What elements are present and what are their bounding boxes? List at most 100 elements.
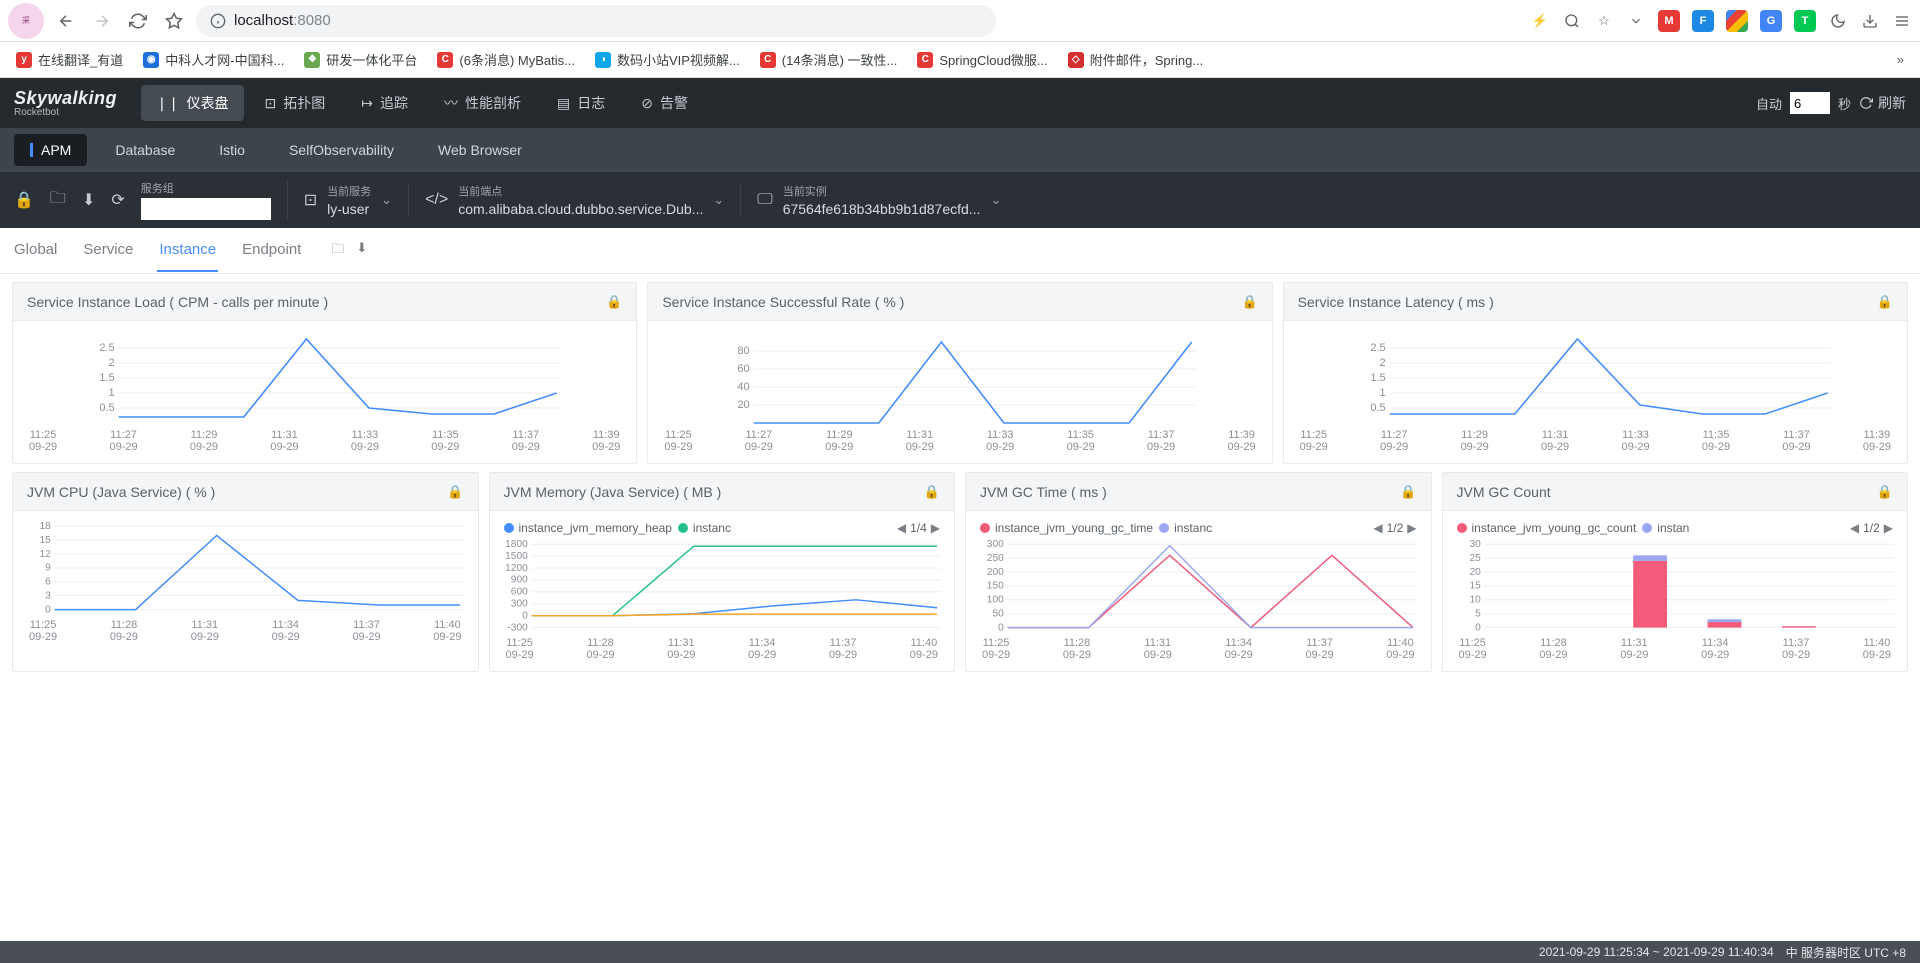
reload-icon[interactable] bbox=[124, 7, 152, 35]
ext-translate-icon[interactable]: G bbox=[1760, 10, 1782, 32]
subnav-database[interactable]: Database bbox=[99, 134, 191, 166]
svg-text:2.5: 2.5 bbox=[99, 342, 114, 354]
lock-icon[interactable]: 🔒 bbox=[1241, 294, 1257, 310]
pager-next-icon[interactable]: ▶ bbox=[931, 521, 940, 535]
nav-日志[interactable]: ▤日志 bbox=[542, 85, 620, 121]
svg-text:0.5: 0.5 bbox=[99, 402, 114, 414]
svg-text:0: 0 bbox=[1475, 622, 1481, 633]
more-bookmarks-icon[interactable]: » bbox=[1889, 48, 1912, 71]
legend-pager: ◀1/2▶ bbox=[1850, 521, 1893, 535]
time-range: 2021-09-29 11:25:34 ~ 2021-09-29 11:40:3… bbox=[1539, 945, 1774, 959]
chevron-down-icon[interactable]: ⌄ bbox=[990, 192, 1001, 208]
lock-icon[interactable]: 🔒 bbox=[14, 190, 34, 210]
subnav-apm[interactable]: APM bbox=[14, 134, 87, 166]
nav-仪表盘[interactable]: ❘❘仪表盘 bbox=[141, 85, 243, 121]
bookmark-item[interactable]: ❖研发一体化平台 bbox=[296, 46, 425, 73]
tab-instance[interactable]: Instance bbox=[157, 229, 218, 272]
sync-icon[interactable]: ⟳ bbox=[111, 190, 124, 210]
folder-icon[interactable]: 🗀 bbox=[331, 240, 344, 262]
svg-text:1.5: 1.5 bbox=[99, 372, 114, 384]
back-icon[interactable] bbox=[52, 7, 80, 35]
zoom-icon[interactable] bbox=[1562, 11, 1582, 31]
bookmark-item[interactable]: ◉中科人才网-中国科... bbox=[135, 46, 292, 73]
chevron-down-icon[interactable] bbox=[1626, 11, 1646, 31]
legend-item[interactable]: instanc bbox=[1159, 521, 1212, 535]
ext-form-icon[interactable]: F bbox=[1692, 10, 1714, 32]
ext-gmail-icon[interactable]: M bbox=[1658, 10, 1680, 32]
lock-icon[interactable]: 🔒 bbox=[447, 484, 463, 500]
pager-prev-icon[interactable]: ◀ bbox=[897, 521, 906, 535]
bookmark-favicon-icon: ◑ bbox=[595, 52, 611, 68]
svg-text:25: 25 bbox=[1469, 553, 1481, 564]
nav-告警[interactable]: ⊘告警 bbox=[626, 85, 703, 121]
chart-panel: JVM Memory (Java Service) ( MB ) 🔒 insta… bbox=[489, 472, 956, 672]
star-outline-icon[interactable] bbox=[160, 7, 188, 35]
forward-icon bbox=[88, 7, 116, 35]
bookmark-item[interactable]: CSpringCloud微服... bbox=[909, 46, 1055, 73]
svg-text:2.5: 2.5 bbox=[1370, 342, 1385, 354]
refresh-button[interactable]: 刷新 bbox=[1859, 93, 1906, 113]
chart-svg: 050100150200250300 bbox=[976, 535, 1421, 635]
download-icon[interactable] bbox=[1860, 11, 1880, 31]
legend-item[interactable]: instance_jvm_young_gc_time bbox=[980, 521, 1153, 535]
legend-item[interactable]: instance_jvm_young_gc_count bbox=[1457, 521, 1637, 535]
nav-icon: 〰 bbox=[444, 93, 458, 113]
menu-icon[interactable] bbox=[1892, 11, 1912, 31]
bookmark-item[interactable]: y在线翻译_有道 bbox=[8, 46, 131, 73]
download-icon[interactable]: ⬇ bbox=[356, 240, 367, 262]
bookmark-item[interactable]: ◇附件邮件，Spring... bbox=[1060, 46, 1211, 73]
tab-endpoint[interactable]: Endpoint bbox=[240, 229, 303, 272]
chevron-down-icon[interactable]: ⌄ bbox=[381, 192, 392, 208]
profile-avatar[interactable]: 采 bbox=[8, 3, 44, 39]
subnav-istio[interactable]: Istio bbox=[203, 134, 261, 166]
download-filter-icon[interactable]: ⬇ bbox=[82, 190, 95, 210]
nav-拓扑图[interactable]: ⊡拓扑图 bbox=[250, 85, 341, 121]
bookmark-item[interactable]: C(14条消息) 一致性... bbox=[752, 46, 906, 73]
svg-text:60: 60 bbox=[738, 363, 750, 375]
filter-bar: 🔒 🗀 ⬇ ⟳ 服务组 ⊡ 当前服务 ly-user ⌄ </> 当前端点 co… bbox=[0, 172, 1920, 228]
tab-global[interactable]: Global bbox=[12, 229, 59, 272]
flash-icon[interactable]: ⚡ bbox=[1530, 11, 1550, 31]
bookmark-star-icon[interactable]: ☆ bbox=[1594, 11, 1614, 31]
subnav-web browser[interactable]: Web Browser bbox=[422, 134, 538, 166]
legend-item[interactable]: instan bbox=[1642, 521, 1689, 535]
pager-next-icon[interactable]: ▶ bbox=[1407, 521, 1416, 535]
filter-current-instance[interactable]: 🖵 当前实例 67564fe618b34bb9b1d87ecfd... ⌄ bbox=[757, 183, 1017, 217]
lock-icon[interactable]: 🔒 bbox=[924, 484, 940, 500]
legend-item[interactable]: instance_jvm_memory_heap bbox=[504, 521, 672, 535]
svg-text:900: 900 bbox=[510, 575, 527, 586]
svg-text:1.5: 1.5 bbox=[1370, 372, 1385, 384]
pager-prev-icon[interactable]: ◀ bbox=[1850, 521, 1859, 535]
chevron-down-icon[interactable]: ⌄ bbox=[713, 192, 724, 208]
service-group-input[interactable] bbox=[141, 198, 271, 220]
ext-shield-icon[interactable]: T bbox=[1794, 10, 1816, 32]
tab-service[interactable]: Service bbox=[81, 229, 135, 272]
bookmark-item[interactable]: C(6条消息) MyBatis... bbox=[429, 46, 583, 73]
lock-icon[interactable]: 🔒 bbox=[1400, 484, 1416, 500]
filter-current-service[interactable]: ⊡ 当前服务 ly-user ⌄ bbox=[304, 183, 409, 217]
pager-prev-icon[interactable]: ◀ bbox=[1373, 521, 1382, 535]
nav-追踪[interactable]: ↦追踪 bbox=[346, 85, 423, 121]
lock-icon[interactable]: 🔒 bbox=[1877, 484, 1893, 500]
main-nav: Skywalking Rocketbot ❘❘仪表盘⊡拓扑图↦追踪〰性能剖析▤日… bbox=[0, 78, 1920, 128]
folder-icon[interactable]: 🗀 bbox=[50, 187, 66, 214]
refresh-icon bbox=[1859, 96, 1873, 110]
legend: instance_jvm_memory_heapinstanc◀1/4▶ bbox=[500, 517, 945, 535]
svg-text:3: 3 bbox=[45, 590, 51, 601]
logo: Skywalking Rocketbot bbox=[14, 88, 117, 118]
legend-pager: ◀1/2▶ bbox=[1373, 521, 1416, 535]
lock-icon[interactable]: 🔒 bbox=[606, 294, 622, 310]
chart-svg: 0.511.522.5 bbox=[1294, 327, 1897, 427]
moon-icon[interactable] bbox=[1828, 11, 1848, 31]
filter-current-endpoint[interactable]: </> 当前端点 com.alibaba.cloud.dubbo.service… bbox=[425, 183, 741, 217]
svg-text:300: 300 bbox=[510, 599, 527, 610]
legend-item[interactable]: instanc bbox=[678, 521, 731, 535]
bookmark-item[interactable]: ◑数码小站VIP视频解... bbox=[587, 46, 748, 73]
address-bar[interactable]: localhost:8080 bbox=[196, 5, 996, 37]
ext-apps-icon[interactable] bbox=[1726, 10, 1748, 32]
subnav-selfobservability[interactable]: SelfObservability bbox=[273, 134, 410, 166]
nav-性能剖析[interactable]: 〰性能剖析 bbox=[429, 85, 536, 121]
lock-icon[interactable]: 🔒 bbox=[1877, 294, 1893, 310]
refresh-interval-input[interactable] bbox=[1790, 92, 1830, 114]
pager-next-icon[interactable]: ▶ bbox=[1884, 521, 1893, 535]
